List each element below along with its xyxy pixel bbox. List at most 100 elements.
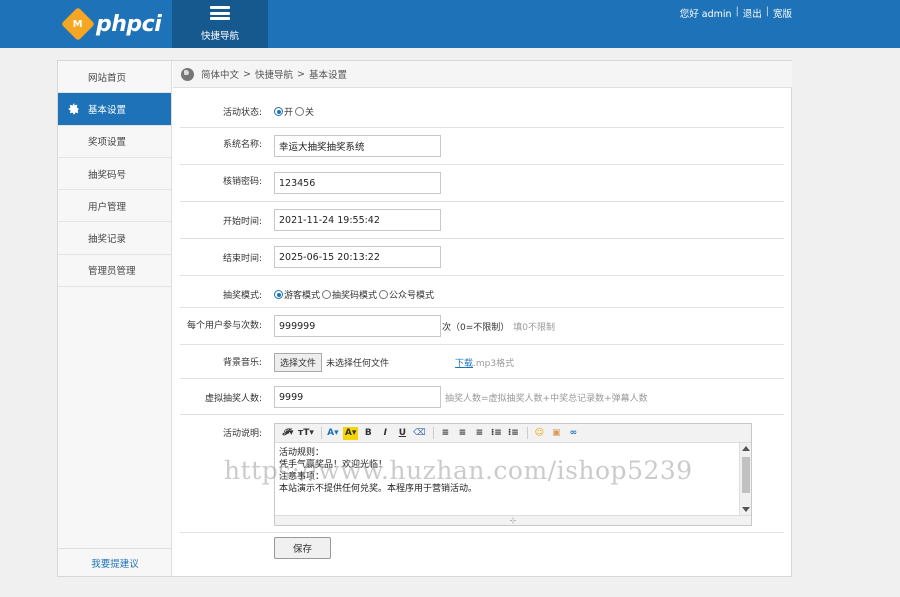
breadcrumb-item: 基本设置 xyxy=(308,70,347,81)
row-times-per-user: 每个用户参与次数: 999999 次（0=不限制） 填0不限制 xyxy=(180,308,784,345)
sidebar-item-draw-records[interactable]: 抽奖记录 xyxy=(58,222,171,255)
sidebar-item-label: 用户管理 xyxy=(88,201,127,213)
sidebar-item-label: 抽奖记录 xyxy=(88,234,127,246)
breadcrumb: 简体中文 > 快捷导航 > 基本设置 xyxy=(173,61,792,88)
align-left-icon[interactable]: ≡ xyxy=(438,427,452,440)
breadcrumb-item[interactable]: 快捷导航 xyxy=(255,67,293,81)
align-right-icon[interactable]: ≡ xyxy=(472,427,486,440)
font-color-icon[interactable]: A▾ xyxy=(326,427,340,440)
breadcrumb-separator: > xyxy=(243,68,251,80)
sidebar: 网站首页 基本设置 奖项设置 抽奖码号 用户管理 抽奖记录 管理员管理 我要提建… xyxy=(58,61,172,576)
logout-link[interactable]: 退出 xyxy=(743,6,762,20)
underline-icon[interactable]: U xyxy=(395,427,409,440)
font-size-icon[interactable]: тT▾ xyxy=(298,427,314,440)
logo-mark: M xyxy=(73,18,83,30)
emoticon-icon[interactable]: ☺ xyxy=(532,427,546,440)
editor-scrollbar[interactable] xyxy=(739,443,751,515)
editor-toolbar: 𝓕▾ тT▾ A▾ A▾ B I U ⌫ ≡ ≡ ≡ ⁝≡ ⁝≡ ☺ ▣ ∞ xyxy=(275,424,751,443)
toolbar-divider xyxy=(320,427,322,439)
sidebar-item-prizes[interactable]: 奖项设置 xyxy=(58,126,171,158)
logo[interactable]: M phpci xyxy=(61,7,162,41)
image-icon[interactable]: ▣ xyxy=(549,427,563,440)
sidebar-item-users[interactable]: 用户管理 xyxy=(58,190,171,223)
divider: | xyxy=(765,6,769,17)
feedback-link[interactable]: 我要提建议 xyxy=(58,548,172,576)
status-label: 活动状态: xyxy=(222,108,262,118)
status-on-label: 开 xyxy=(284,108,294,118)
times-per-user-input[interactable]: 999999 xyxy=(274,315,441,337)
download-link[interactable]: 下载 xyxy=(455,356,473,369)
sidebar-item-basic-settings[interactable]: 基本设置 xyxy=(58,93,171,126)
status-off-radio[interactable] xyxy=(295,107,305,116)
guest-mode-label: 游客模式 xyxy=(284,291,321,301)
logo-text: phpci xyxy=(96,11,162,37)
status-radios: 开 关 xyxy=(274,105,314,118)
logo-badge-icon: M xyxy=(61,7,95,41)
row-bg-music: 背景音乐: 选择文件 未选择任何文件 下载 .mp3格式 xyxy=(180,345,784,379)
sidebar-item-home[interactable]: 网站首页 xyxy=(58,61,171,94)
virtual-count-label: 虚拟抽奖人数: xyxy=(204,394,262,404)
start-time-input[interactable]: 2021-11-24 19:55:42 xyxy=(274,209,441,231)
draw-mode-label: 抽奖模式: xyxy=(222,291,262,301)
sidebar-item-label: 网站首页 xyxy=(88,72,127,84)
start-time-label: 开始时间: xyxy=(222,217,262,227)
bold-icon[interactable]: B xyxy=(361,427,375,440)
resize-handle-icon[interactable]: ⊹ xyxy=(275,515,751,525)
row-verify-code: 核销密码: 123456 xyxy=(180,165,784,202)
save-button[interactable]: 保存 xyxy=(274,537,331,559)
file-status-text: 未选择任何文件 xyxy=(326,359,390,369)
quick-nav-tab[interactable]: 快捷导航 xyxy=(172,0,268,48)
sidebar-item-label: 奖项设置 xyxy=(88,137,127,149)
sidebar-item-draw-codes[interactable]: 抽奖码号 xyxy=(58,158,171,191)
times-hint: 填0不限制 xyxy=(513,322,556,333)
wide-mode-link[interactable]: 宽版 xyxy=(773,6,792,20)
gear-icon xyxy=(68,103,79,115)
toolbar-divider xyxy=(433,427,435,439)
times-per-user-label: 每个用户参与次数: xyxy=(186,321,262,331)
italic-icon[interactable]: I xyxy=(378,427,392,440)
font-family-icon[interactable]: 𝓕▾ xyxy=(281,427,295,440)
unordered-list-icon[interactable]: ⁝≡ xyxy=(506,427,520,440)
system-name-label: 系统名称: xyxy=(222,140,262,150)
quick-nav-label: 快捷导航 xyxy=(200,31,239,42)
status-on-radio[interactable] xyxy=(274,107,283,116)
description-label: 活动说明: xyxy=(222,429,262,439)
end-time-input[interactable]: 2025-06-15 20:13:22 xyxy=(274,246,441,268)
row-status: 活动状态: 开 关 xyxy=(180,91,784,128)
verify-code-input[interactable]: 123456 xyxy=(274,172,441,194)
link-icon[interactable]: ∞ xyxy=(566,427,580,440)
breadcrumb-item[interactable]: 简体中文 xyxy=(201,67,239,81)
code-mode-radio[interactable] xyxy=(322,290,332,299)
wechat-mode-radio[interactable] xyxy=(379,290,389,299)
divider: | xyxy=(735,6,739,17)
virtual-count-input[interactable]: 9999 xyxy=(274,386,441,408)
row-draw-mode: 抽奖模式: 游客模式 抽奖码模式 公众号模式 xyxy=(180,276,784,308)
guest-mode-radio[interactable] xyxy=(274,290,283,299)
system-name-input[interactable]: 幸运大抽奖抽奖系统 xyxy=(274,135,441,157)
choose-file-button[interactable]: 选择文件 xyxy=(274,353,323,372)
row-virtual-count: 虚拟抽奖人数: 9999 抽奖人数=虚拟抽奖人数+中奖总记录数+弹幕人数 xyxy=(180,379,784,415)
eraser-icon[interactable]: ⌫ xyxy=(412,427,426,440)
times-unit-text: 次（0=不限制） xyxy=(442,322,510,333)
toolbar-divider xyxy=(527,427,529,439)
highlight-icon[interactable]: A▾ xyxy=(342,426,359,440)
breadcrumb-separator: > xyxy=(297,68,305,80)
scroll-down-icon[interactable] xyxy=(742,507,750,512)
align-center-icon[interactable]: ≡ xyxy=(455,427,469,440)
ordered-list-icon[interactable]: ⁝≡ xyxy=(489,427,503,440)
wechat-mode-label: 公众号模式 xyxy=(389,291,435,301)
scroll-thumb[interactable] xyxy=(742,457,750,493)
sidebar-item-label: 管理员管理 xyxy=(88,266,136,278)
watermark-text: https://www.huzhan.com/ishop5239 xyxy=(224,456,693,485)
status-off-label: 关 xyxy=(305,108,315,118)
draw-mode-radios: 游客模式 抽奖码模式 公众号模式 xyxy=(274,288,434,301)
sidebar-item-admins[interactable]: 管理员管理 xyxy=(58,255,171,288)
row-system-name: 系统名称: 幸运大抽奖抽奖系统 xyxy=(180,128,784,165)
mp3-hint: .mp3格式 xyxy=(473,359,515,369)
virtual-count-hint: 抽奖人数=虚拟抽奖人数+中奖总记录数+弹幕人数 xyxy=(445,393,648,404)
end-time-label: 结束时间: xyxy=(222,254,262,264)
row-end-time: 结束时间: 2025-06-15 20:13:22 xyxy=(180,239,784,276)
sidebar-item-label: 基本设置 xyxy=(88,104,127,116)
scroll-up-icon[interactable] xyxy=(742,446,750,451)
top-header: M phpci 快捷导航 您好 admin | 退出 | 宽版 xyxy=(0,0,900,48)
